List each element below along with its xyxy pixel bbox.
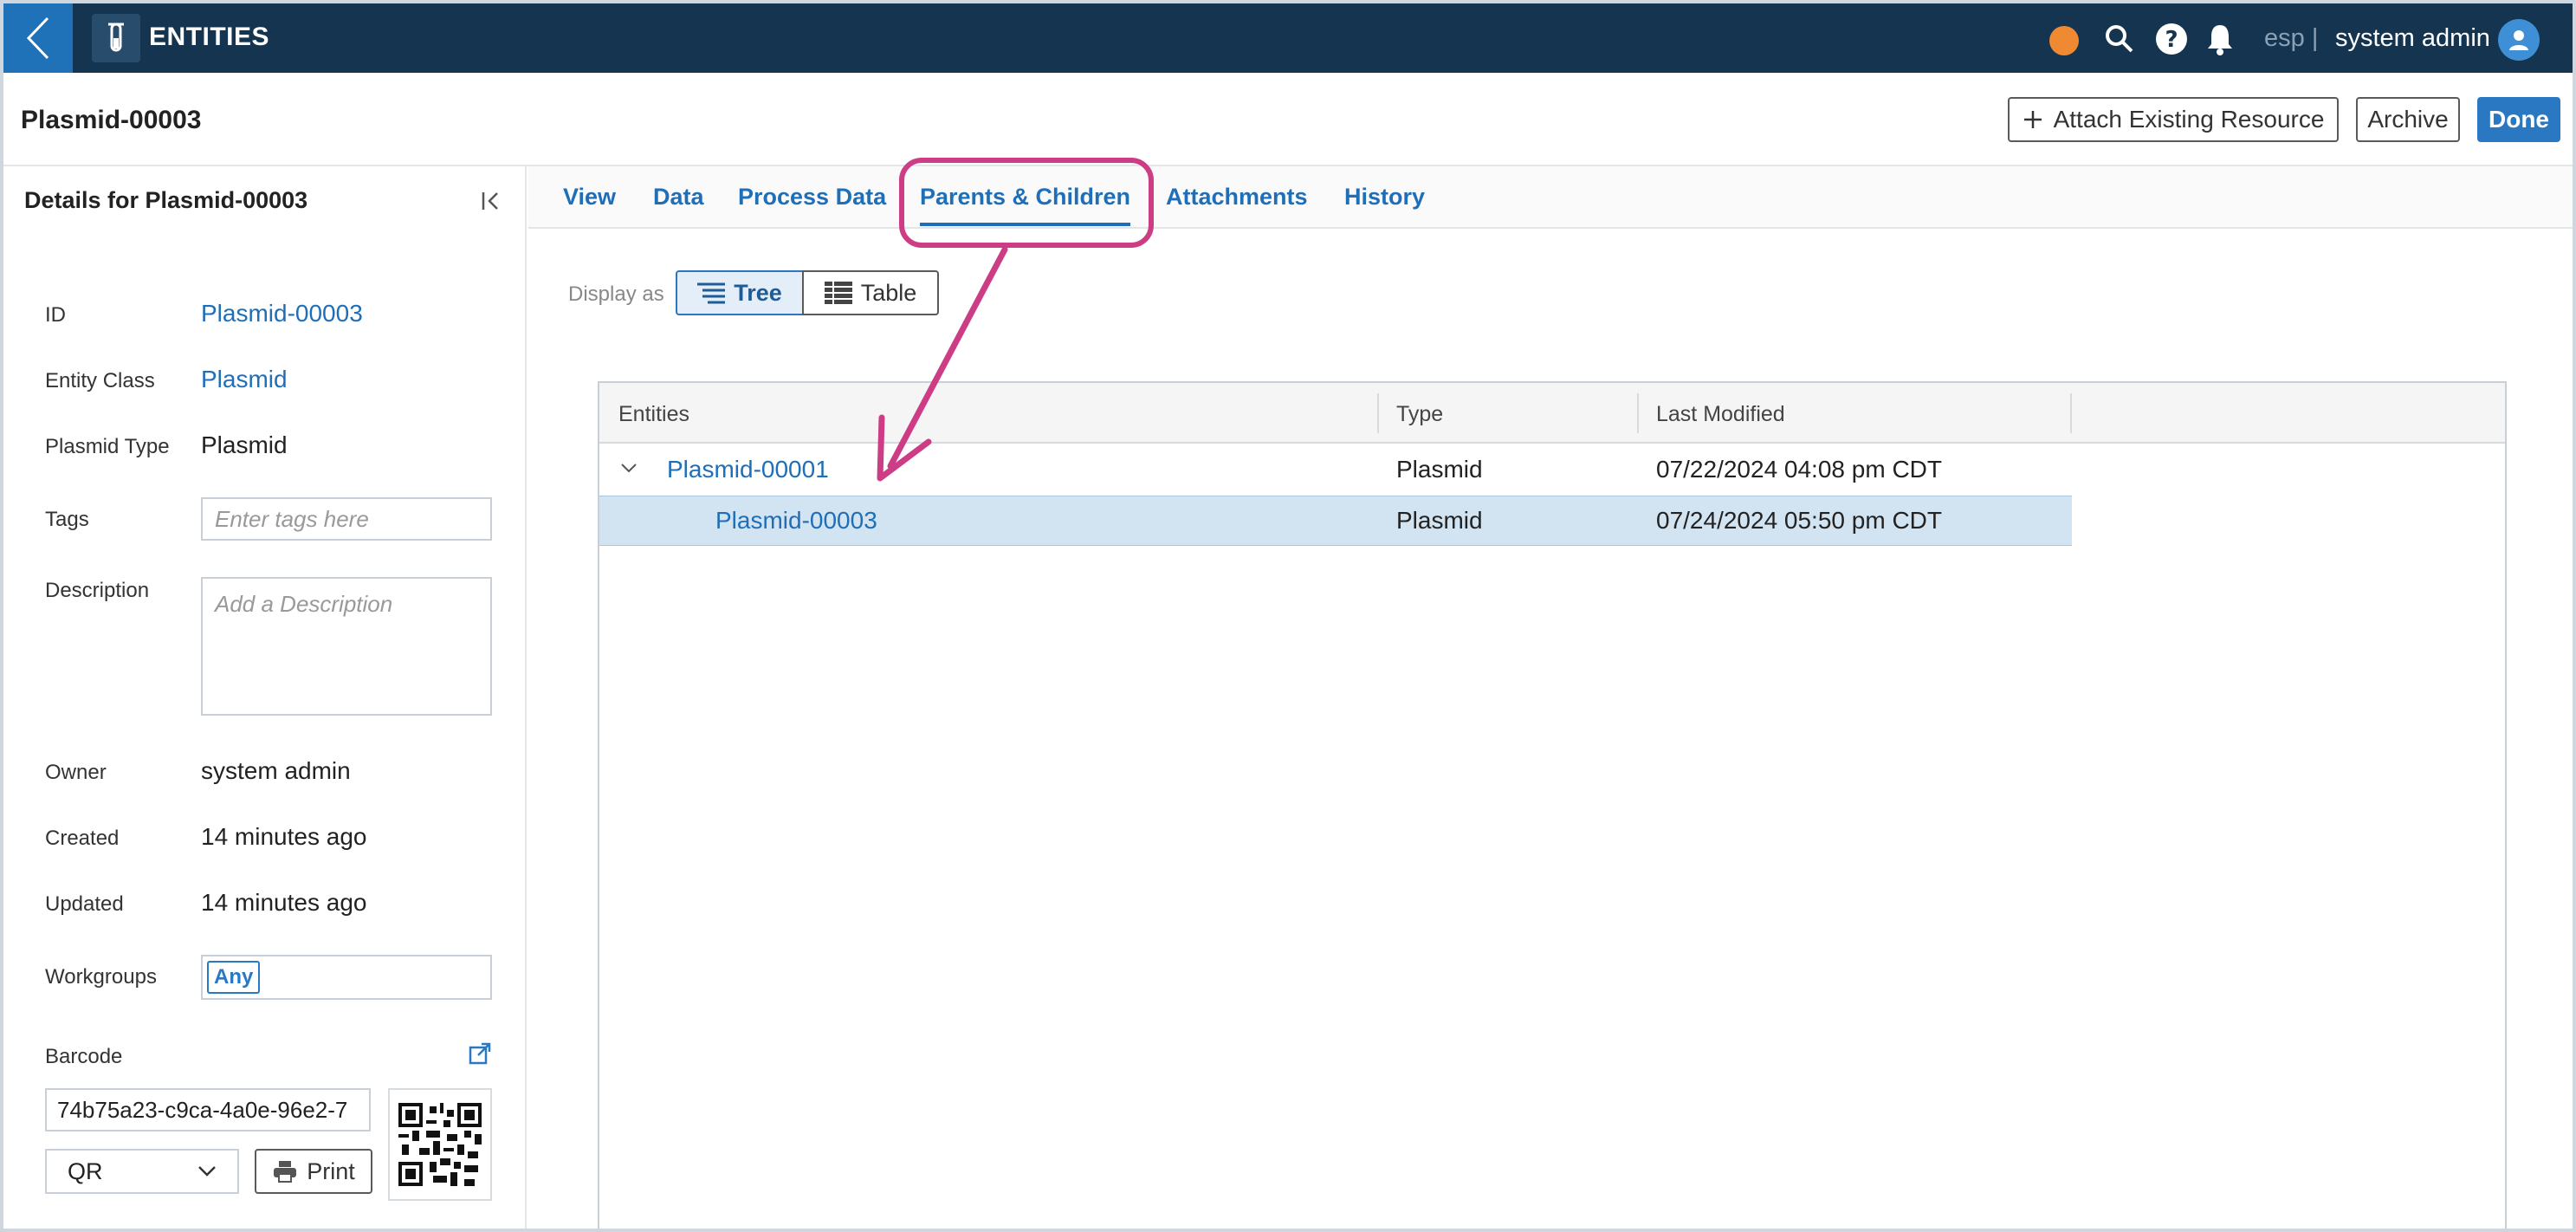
grid-header: Entities Type Last Modified	[599, 383, 2505, 444]
help-icon: ?	[2156, 23, 2187, 55]
app-title: ENTITIES	[149, 23, 270, 51]
tree-icon	[697, 282, 726, 304]
table-row[interactable]: Plasmid-00001 Plasmid 07/22/2024 04:08 p…	[599, 445, 2072, 496]
tab-process-data[interactable]: Process Data	[738, 184, 886, 211]
qr-code-icon	[398, 1103, 482, 1186]
search-button[interactable]	[2103, 23, 2136, 55]
plasmid-type-value: Plasmid	[201, 431, 288, 458]
main-panel: View Data Process Data Parents & Childre…	[528, 166, 2573, 1229]
column-header-entities[interactable]: Entities	[618, 402, 689, 427]
page-title: Plasmid-00003	[21, 106, 202, 134]
workgroups-label: Workgroups	[45, 965, 157, 989]
column-divider[interactable]	[2070, 393, 2072, 433]
tab-view[interactable]: View	[563, 184, 616, 211]
qr-code	[388, 1088, 492, 1201]
description-textarea[interactable]: Add a Description	[201, 577, 492, 716]
back-chevron-icon	[26, 16, 49, 60]
column-header-last-modified[interactable]: Last Modified	[1656, 402, 1785, 427]
entity-class-label: Entity Class	[45, 369, 155, 392]
app-window: ENTITIES ? esp | system admin Plasmid-00…	[0, 0, 2576, 1232]
tags-input[interactable]: Enter tags here	[201, 497, 492, 541]
workgroups-input[interactable]: Any	[201, 955, 492, 1000]
updated-label: Updated	[45, 892, 124, 916]
owner-value: system admin	[201, 757, 351, 784]
owner-label: Owner	[45, 761, 107, 784]
table-icon	[824, 282, 852, 304]
entity-link[interactable]: Plasmid-00003	[715, 507, 877, 535]
page-header: Plasmid-00003 Attach Existing Resource A…	[3, 73, 2573, 166]
status-indicator[interactable]	[2049, 26, 2079, 55]
workgroup-chip-any[interactable]: Any	[207, 961, 261, 994]
done-button[interactable]: Done	[2477, 97, 2560, 142]
entity-type: Plasmid	[1396, 456, 1483, 483]
column-divider[interactable]	[1637, 393, 1639, 433]
bell-icon	[2208, 25, 2232, 55]
print-label: Print	[307, 1157, 355, 1184]
display-as-label: Display as	[568, 282, 664, 306]
column-divider[interactable]	[1377, 393, 1379, 433]
tab-bar: View Data Process Data Parents & Childre…	[528, 166, 2573, 229]
collapse-panel-icon	[482, 192, 498, 210]
tree-view-label: Tree	[734, 279, 782, 306]
app-logo[interactable]	[92, 14, 140, 62]
expand-row-toggle[interactable]	[620, 463, 641, 480]
tree-view-button[interactable]: Tree	[676, 270, 804, 315]
created-label: Created	[45, 827, 120, 850]
entity-class-link[interactable]: Plasmid	[201, 366, 288, 393]
open-barcode-button[interactable]	[468, 1041, 492, 1066]
barcode-type-value: QR	[68, 1157, 103, 1184]
details-sidebar: Details for Plasmid-00003 ID Plasmid-000…	[3, 166, 527, 1229]
entity-modified: 07/22/2024 04:08 pm CDT	[1656, 456, 1942, 483]
entity-type: Plasmid	[1396, 507, 1483, 534]
user-icon	[2509, 30, 2528, 50]
printer-icon	[274, 1161, 297, 1183]
plasmid-type-label: Plasmid Type	[45, 435, 170, 458]
svg-text:?: ?	[2165, 27, 2178, 53]
help-button[interactable]: ?	[2155, 23, 2188, 55]
table-view-button[interactable]: Table	[802, 270, 939, 315]
created-value: 14 minutes ago	[201, 823, 367, 850]
updated-value: 14 minutes ago	[201, 889, 367, 916]
id-label: ID	[45, 303, 66, 327]
test-tube-icon	[108, 23, 124, 52]
barcode-label: Barcode	[45, 1045, 123, 1068]
attach-resource-label: Attach Existing Resource	[2053, 106, 2325, 133]
barcode-type-select[interactable]: QR	[45, 1149, 239, 1194]
tab-history[interactable]: History	[1344, 184, 1425, 211]
tags-label: Tags	[45, 508, 89, 531]
archive-button[interactable]: Archive	[2356, 97, 2460, 142]
table-view-label: Table	[860, 279, 917, 306]
table-row-selected[interactable]: Plasmid-00003 Plasmid 07/24/2024 05:50 p…	[599, 496, 2072, 546]
back-button[interactable]	[3, 3, 73, 73]
description-label: Description	[45, 579, 150, 602]
collapse-sidebar-button[interactable]	[476, 185, 508, 217]
barcode-input[interactable]: 74b75a23-c9ca-4a0e-96e2-7	[45, 1088, 371, 1131]
entity-tree-grid: Entities Type Last Modified Plasmid-0000…	[598, 381, 2507, 1229]
external-link-icon	[469, 1042, 491, 1065]
entity-modified: 07/24/2024 05:50 pm CDT	[1656, 507, 1942, 534]
id-value-link[interactable]: Plasmid-00003	[201, 300, 363, 327]
user-name[interactable]: system admin	[2335, 24, 2490, 53]
chevron-down-icon	[198, 1166, 216, 1177]
chevron-down-icon	[621, 464, 637, 473]
entity-link[interactable]: Plasmid-00001	[667, 456, 829, 483]
attach-resource-button[interactable]: Attach Existing Resource	[2008, 97, 2339, 142]
sidebar-title: Details for Plasmid-00003	[24, 187, 308, 213]
tab-data[interactable]: Data	[653, 184, 704, 211]
print-button[interactable]: Print	[255, 1149, 372, 1194]
plus-icon	[2023, 111, 2042, 128]
column-header-type[interactable]: Type	[1396, 402, 1443, 427]
tab-attachments[interactable]: Attachments	[1166, 184, 1308, 211]
tenant-label: esp |	[2264, 24, 2319, 52]
search-icon	[2106, 25, 2133, 53]
notifications-button[interactable]	[2204, 23, 2236, 55]
user-avatar[interactable]	[2498, 19, 2540, 61]
top-nav-bar: ENTITIES ? esp | system admin	[3, 3, 2573, 73]
tab-parents-children[interactable]: Parents & Children	[920, 184, 1131, 226]
